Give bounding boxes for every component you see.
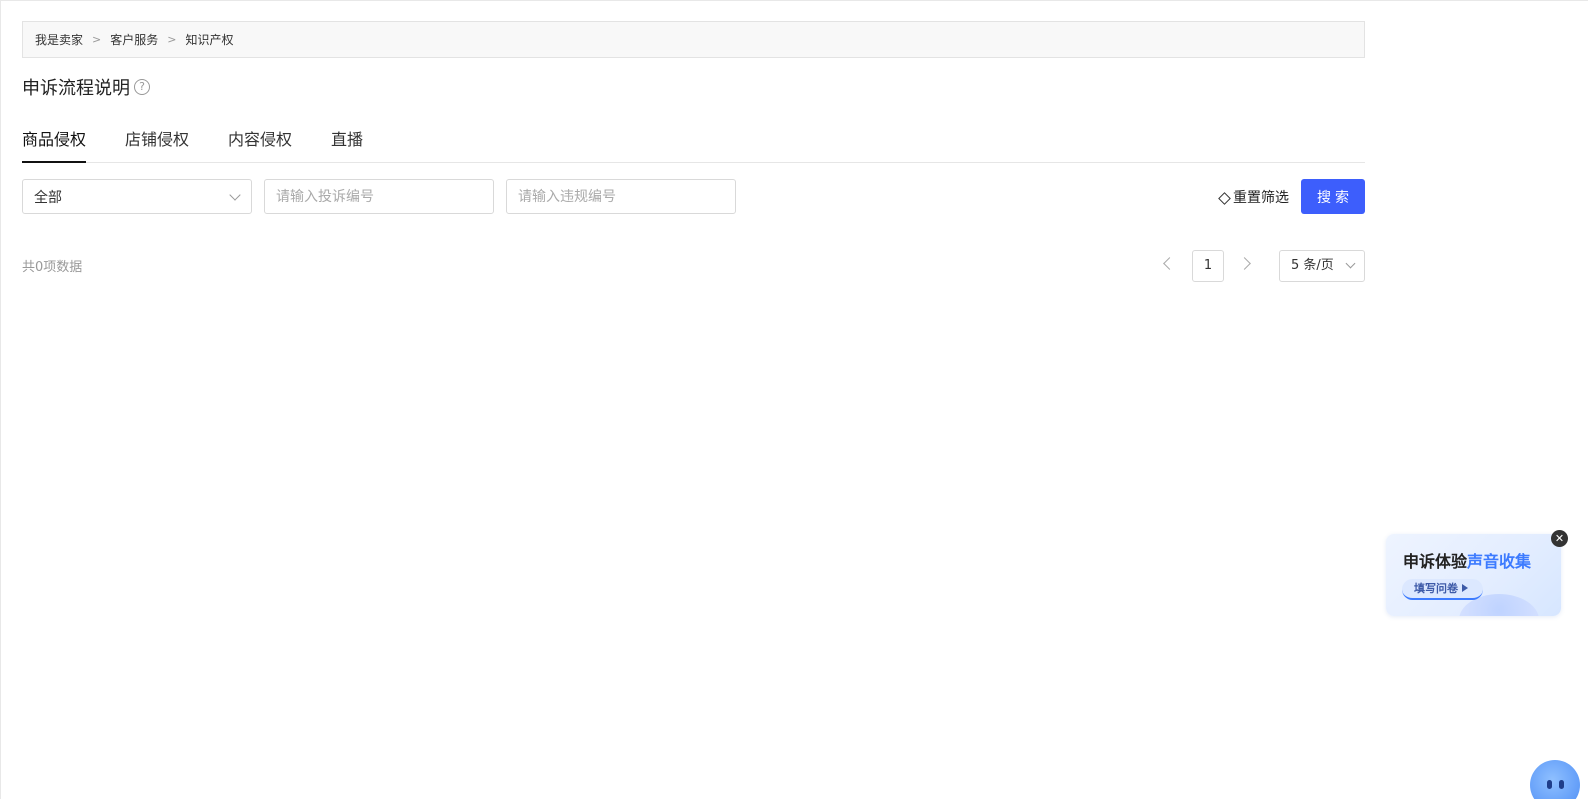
breadcrumb-separator: >	[92, 33, 102, 46]
search-button[interactable]: 搜索	[1301, 179, 1365, 214]
tab-bar: 商品侵权 店铺侵权 内容侵权 直播	[22, 120, 1365, 163]
type-select[interactable]: 全部	[22, 179, 252, 214]
tab-content-infringement[interactable]: 内容侵权	[228, 120, 292, 162]
page-size-value: 5 条/页	[1291, 258, 1334, 273]
total-count: 共0项数据	[22, 260, 83, 275]
play-icon	[1462, 584, 1468, 592]
page-title-text: 申诉流程说明	[22, 78, 130, 99]
chevron-left-icon[interactable]	[1163, 257, 1176, 270]
chevron-down-icon	[229, 189, 241, 201]
reset-filters-button[interactable]: 重置筛选	[1218, 187, 1289, 207]
mascot-eye	[1559, 780, 1564, 789]
chevron-down-icon	[1345, 258, 1356, 269]
survey-title-highlight: 声音收集	[1467, 552, 1532, 571]
survey-title: 申诉体验声音收集	[1403, 548, 1531, 572]
survey-banner[interactable]: 申诉体验声音收集 填写问卷	[1386, 534, 1561, 616]
pagination-page-item[interactable]: 1	[1192, 250, 1224, 282]
breadcrumb-separator: >	[167, 33, 177, 46]
eraser-icon	[1218, 191, 1231, 205]
fill-survey-button[interactable]: 填写问卷	[1402, 579, 1483, 600]
mascot-eye	[1547, 780, 1552, 789]
tab-live[interactable]: 直播	[331, 120, 363, 162]
tab-store-infringement[interactable]: 店铺侵权	[125, 120, 189, 162]
chevron-right-icon[interactable]	[1238, 257, 1251, 270]
tab-product-infringement[interactable]: 商品侵权	[22, 120, 87, 163]
breadcrumb-item-ip: 知识产权	[185, 33, 234, 47]
page-title: 申诉流程说明 ?	[22, 75, 150, 99]
breadcrumb-item-customer-service[interactable]: 客户服务	[110, 31, 158, 48]
type-select-value: 全部	[34, 189, 62, 206]
page-size-select[interactable]: 5 条/页	[1279, 250, 1365, 282]
reset-filters-label: 重置筛选	[1233, 190, 1289, 206]
top-border	[0, 0, 1588, 1]
mascot-icon[interactable]	[1530, 760, 1580, 799]
survey-title-prefix: 申诉体验	[1403, 552, 1468, 571]
breadcrumb: 我是卖家 > 客户服务 > 知识产权	[22, 21, 1365, 58]
complaint-number-input[interactable]	[264, 179, 494, 214]
left-border	[0, 0, 1, 799]
help-icon[interactable]: ?	[134, 79, 150, 95]
violation-number-input[interactable]	[506, 179, 736, 214]
breadcrumb-item-seller[interactable]: 我是卖家	[35, 31, 83, 48]
fill-survey-label: 填写问卷	[1414, 582, 1458, 595]
close-icon[interactable]: ✕	[1551, 530, 1568, 547]
